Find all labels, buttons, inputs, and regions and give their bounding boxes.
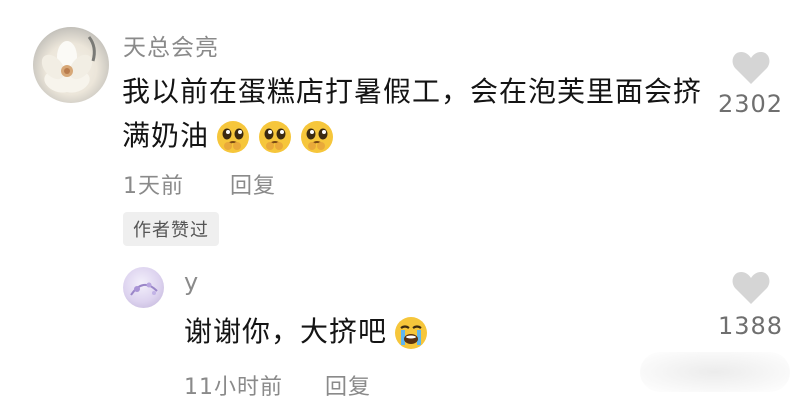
- pleading-face-emoji: [301, 121, 334, 153]
- reply-button[interactable]: 回复: [325, 369, 371, 400]
- avatar[interactable]: [123, 267, 164, 308]
- reply-button[interactable]: 回复: [230, 168, 276, 200]
- comment-timestamp: 1天前: [123, 174, 184, 199]
- like-count: 2302: [718, 90, 784, 118]
- lilac-avatar-image: [130, 282, 158, 296]
- comment-body: 谢谢你，大挤吧: [184, 315, 388, 348]
- crying-face-emoji: [395, 317, 428, 349]
- pleading-face-emoji: [217, 121, 250, 153]
- watermark: [640, 352, 790, 392]
- comment-thread: 天总会亮 我以前在蛋糕店打暑假工，会在泡芙里面会挤满奶油 1天前 回复 作者赞过…: [0, 0, 800, 400]
- avatar[interactable]: [33, 27, 109, 103]
- heart-icon[interactable]: [731, 270, 771, 306]
- emoji-group: [209, 119, 335, 153]
- author-liked-badge: 作者赞过: [123, 212, 219, 246]
- username[interactable]: y: [184, 268, 199, 296]
- pleading-face-emoji: [259, 121, 292, 153]
- comment-timestamp: 11小时前: [184, 375, 283, 400]
- flower-avatar-image: [41, 36, 96, 93]
- heart-icon[interactable]: [731, 50, 771, 86]
- like-count: 1388: [718, 312, 784, 340]
- comment-text: 我以前在蛋糕店打暑假工，会在泡芙里面会挤满奶油: [122, 70, 702, 158]
- username[interactable]: 天总会亮: [123, 28, 219, 62]
- comment-text: 谢谢你，大挤吧: [184, 310, 604, 354]
